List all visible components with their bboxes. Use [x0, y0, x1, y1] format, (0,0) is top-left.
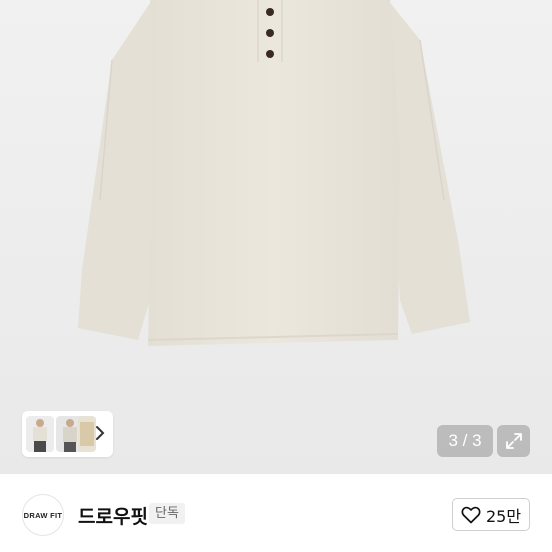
exclusive-badge: 단독 — [149, 503, 185, 524]
heart-icon — [461, 506, 481, 523]
expand-button[interactable] — [497, 425, 530, 457]
thumbnail-strip[interactable] — [22, 411, 113, 457]
shop-logo[interactable]: DRAW FIT — [22, 494, 64, 536]
chevron-right-icon[interactable] — [93, 424, 107, 442]
like-button[interactable]: 25만 — [452, 498, 530, 531]
product-image[interactable] — [0, 0, 552, 474]
shop-name[interactable]: 드로우핏 — [78, 502, 148, 529]
shop-logo-text: DRAW FIT — [23, 510, 63, 520]
thumbnail-1[interactable] — [26, 416, 54, 452]
like-count: 25만 — [485, 506, 522, 526]
thumbnail-list — [26, 414, 96, 454]
expand-icon — [505, 433, 522, 449]
image-counter: 3 / 3 — [437, 425, 493, 457]
product-gallery[interactable]: 3 / 3 — [0, 0, 552, 474]
